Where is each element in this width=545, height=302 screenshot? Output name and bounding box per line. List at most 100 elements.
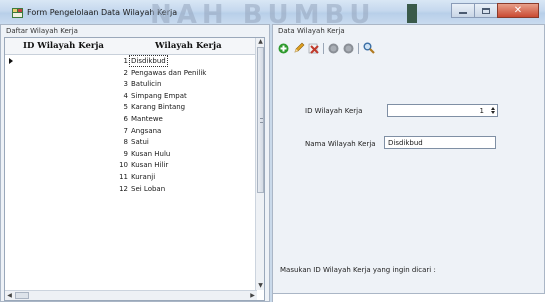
grid-header: ID Wilayah Kerja Wilayah Kerja	[5, 38, 257, 55]
save-button[interactable]	[327, 42, 340, 55]
cell-id[interactable]: 9	[18, 150, 128, 158]
table-row[interactable]: 10 Kusan Hilir	[5, 160, 257, 171]
vertical-scrollbar[interactable]: ▲ ▼	[255, 38, 264, 290]
table-row[interactable]: 2 Pengawas dan Penilik	[5, 68, 257, 79]
cell-wilayah[interactable]: Mantewe	[131, 115, 163, 123]
scroll-thumb[interactable]	[257, 47, 264, 193]
spin-up-icon[interactable]	[490, 107, 495, 110]
table-row[interactable]: 1 Disdikbud	[5, 55, 257, 67]
table-row[interactable]: 5 Karang Bintang	[5, 102, 257, 113]
edit-icon	[294, 42, 304, 53]
minimize-icon	[459, 11, 467, 14]
scroll-right-icon[interactable]: ▶	[248, 292, 257, 300]
detail-group-title: Data Wilayah Kerja	[278, 27, 345, 35]
row-indicator[interactable]	[5, 184, 18, 195]
delete-icon	[308, 43, 319, 54]
cell-wilayah[interactable]: Pengawas dan Penilik	[131, 69, 206, 77]
cell-wilayah[interactable]: Kusan Hulu	[131, 150, 170, 158]
cell-id[interactable]: 1	[18, 57, 128, 65]
spin-down-icon[interactable]	[490, 111, 495, 114]
cell-wilayah[interactable]: Kusan Hilir	[131, 161, 168, 169]
search-button[interactable]	[362, 42, 375, 55]
add-icon	[278, 43, 289, 53]
cell-wilayah[interactable]: Satui	[131, 138, 149, 146]
hscroll-thumb[interactable]	[15, 292, 29, 299]
cell-id[interactable]: 10	[18, 161, 128, 169]
cell-wilayah[interactable]: Sei Loban	[131, 185, 165, 193]
toolbar-separator	[358, 42, 359, 54]
spin-buttons[interactable]	[488, 105, 497, 116]
data-grid[interactable]: ID Wilayah Kerja Wilayah Kerja 1 Disdikbu…	[4, 37, 265, 301]
cell-id[interactable]: 12	[18, 185, 128, 193]
cell-id[interactable]: 7	[18, 127, 128, 135]
cell-id[interactable]: 11	[18, 173, 128, 181]
id-label: ID Wilayah Kerja	[305, 107, 363, 115]
row-indicator[interactable]	[5, 160, 18, 171]
cell-wilayah[interactable]: Simpang Empat	[131, 92, 187, 100]
column-header-wilayah[interactable]: Wilayah Kerja	[155, 41, 222, 51]
row-indicator[interactable]	[5, 102, 18, 113]
cell-wilayah[interactable]: Angsana	[131, 127, 161, 135]
current-row-arrow-icon	[9, 58, 13, 64]
row-indicator[interactable]	[5, 172, 18, 183]
cell-wilayah[interactable]: Disdikbud	[129, 55, 168, 67]
cell-id[interactable]: 6	[18, 115, 128, 123]
row-indicator[interactable]	[5, 79, 18, 90]
row-indicator[interactable]	[5, 126, 18, 137]
title-bar: Form Pengelolaan Data Wilayah Kerja NAH …	[0, 0, 545, 30]
row-indicator[interactable]	[5, 114, 18, 125]
row-indicator[interactable]	[5, 56, 18, 67]
watermark-block	[407, 4, 417, 23]
name-label: Nama Wilayah Kerja	[305, 140, 376, 148]
row-indicator[interactable]	[5, 137, 18, 148]
scroll-left-icon[interactable]: ◀	[5, 292, 14, 300]
table-row[interactable]: 7 Angsana	[5, 126, 257, 137]
app-icon	[12, 8, 23, 18]
row-indicator[interactable]	[5, 68, 18, 79]
caption-buttons: ✕	[451, 3, 539, 18]
table-row[interactable]: 9 Kusan Hulu	[5, 149, 257, 160]
toolbar	[277, 41, 377, 55]
cell-wilayah[interactable]: Kuranji	[131, 173, 155, 181]
row-indicator[interactable]	[5, 91, 18, 102]
table-row[interactable]: 11 Kuranji	[5, 172, 257, 183]
list-group-title: Daftar Wilayah Kerja	[6, 27, 78, 35]
toolbar-separator	[323, 42, 324, 54]
search-icon	[363, 42, 375, 54]
cell-id[interactable]: 5	[18, 103, 128, 111]
cell-id[interactable]: 4	[18, 92, 128, 100]
cell-id[interactable]: 2	[18, 69, 128, 77]
table-row[interactable]: 12 Sei Loban	[5, 184, 257, 195]
close-button[interactable]: ✕	[497, 3, 539, 18]
row-indicator[interactable]	[5, 149, 18, 160]
maximize-button[interactable]	[474, 3, 498, 18]
cell-id[interactable]: 8	[18, 138, 128, 146]
search-input[interactable]	[273, 293, 545, 302]
column-header-id[interactable]: ID Wilayah Kerja	[23, 41, 104, 51]
id-spinner[interactable]: 1	[387, 104, 498, 117]
delete-button[interactable]	[307, 42, 320, 55]
cell-id[interactable]: 3	[18, 80, 128, 88]
detail-panel: Data Wilayah Kerja ID Wilayah Kerja 1 Na…	[272, 24, 545, 302]
id-value: 1	[479, 107, 484, 115]
table-row[interactable]: 3 Batulicin	[5, 79, 257, 90]
cell-wilayah[interactable]: Batulicin	[131, 80, 161, 88]
horizontal-scrollbar[interactable]: ◀ ▶	[5, 290, 257, 300]
cancel-button[interactable]	[342, 42, 355, 55]
minimize-button[interactable]	[451, 3, 475, 18]
table-row[interactable]: 4 Simpang Empat	[5, 91, 257, 102]
close-icon: ✕	[513, 4, 523, 16]
list-panel: Daftar Wilayah Kerja ID Wilayah Kerja Wi…	[0, 24, 270, 302]
cancel-icon	[343, 43, 354, 53]
search-prompt: Masukan ID Wilayah Kerja yang ingin dica…	[280, 266, 436, 274]
name-input[interactable]: Disdikbud	[384, 136, 496, 149]
cell-wilayah[interactable]: Karang Bintang	[131, 103, 185, 111]
scroll-up-icon[interactable]: ▲	[257, 38, 264, 46]
edit-button[interactable]	[292, 42, 305, 55]
table-row[interactable]: 6 Mantewe	[5, 114, 257, 125]
scroll-down-icon[interactable]: ▼	[257, 282, 264, 290]
table-row[interactable]: 8 Satui	[5, 137, 257, 148]
add-button[interactable]	[277, 42, 290, 55]
save-icon	[328, 43, 339, 53]
grip-icon	[260, 118, 263, 123]
